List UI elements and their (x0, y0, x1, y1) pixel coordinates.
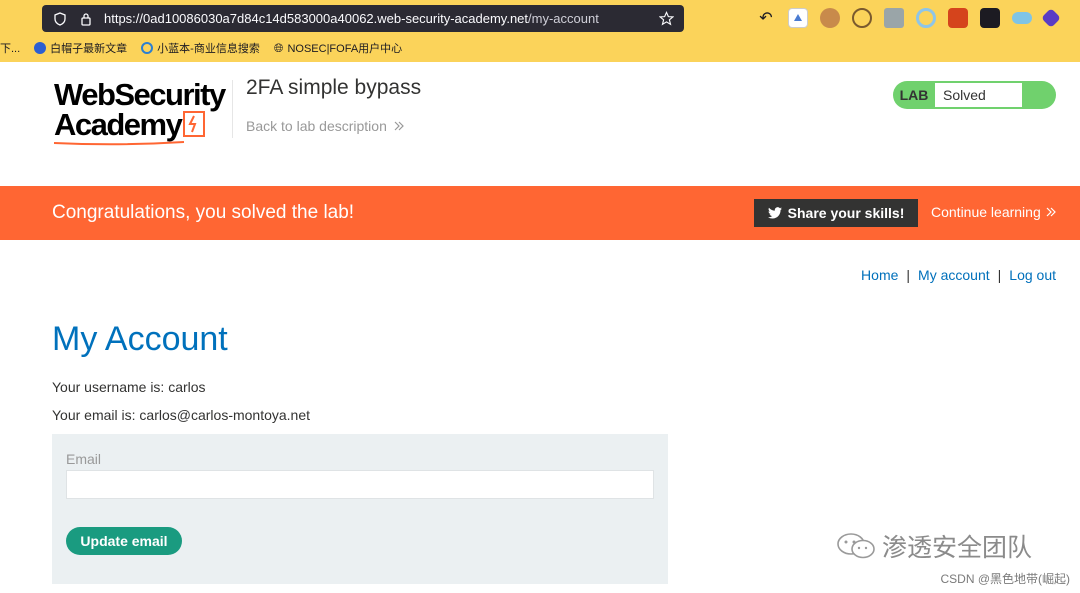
email-text: Your email is: carlos@carlos-montoya.net (52, 407, 311, 423)
email-input[interactable] (66, 470, 654, 499)
bookmark-item[interactable]: 小蓝本-商业信息搜索 (141, 40, 260, 56)
url-text[interactable]: https://0ad10086030a7d84c14d583000a40062… (104, 11, 658, 26)
cookie-editor-icon[interactable] (852, 8, 872, 28)
share-skills-button[interactable]: Share your skills! (754, 199, 918, 227)
puzzle-icon[interactable] (884, 8, 904, 28)
header-divider (232, 80, 233, 138)
change-email-form: Email Update email (52, 434, 668, 584)
bookmark-label: 下... (0, 43, 21, 55)
bookmark-label: NOSEC|FOFA用户中心 (287, 43, 403, 55)
bookmark-star-icon[interactable] (658, 11, 674, 27)
lab-badge-status: Solved (935, 83, 1022, 107)
bookmark-label: 白帽子最新文章 (50, 43, 128, 55)
nav-my-account-link[interactable]: My account (918, 267, 990, 283)
lab-status-badge: LAB Solved (893, 81, 1056, 109)
csdn-watermark: CSDN @黑色地带(崛起) (940, 572, 1070, 586)
bookmark-label: 小蓝本-商业信息搜索 (157, 43, 260, 55)
share-label: Share your skills! (787, 205, 905, 221)
double-chevron-right-icon (394, 121, 404, 131)
back-arrow-icon[interactable]: ↶ (756, 8, 776, 28)
wechat-watermark: 渗透安全团队 (836, 528, 1032, 564)
academy-logo[interactable]: WebSecurity Academy (54, 77, 230, 146)
solved-banner: Congratulations, you solved the lab! Sha… (0, 186, 1080, 240)
twitter-icon (767, 207, 782, 219)
toggle-icon[interactable] (1012, 12, 1032, 24)
page-title: My Account (52, 320, 228, 358)
lab-badge-label: LAB (899, 87, 929, 103)
url-domain: web-security-academy.net (377, 11, 529, 26)
email-label: Email (66, 451, 102, 467)
lab-header: WebSecurity Academy 2FA simple bypass Ba… (0, 62, 1080, 186)
lock-icon[interactable] (78, 11, 94, 27)
cookie-icon[interactable] (820, 8, 840, 28)
top-navigation: Home | My account | Log out (861, 267, 1056, 283)
watermark-text: 渗透安全团队 (882, 534, 1033, 562)
double-chevron-right-icon (1046, 207, 1056, 217)
nav-separator: | (906, 267, 911, 283)
continue-label: Continue learning (931, 204, 1041, 220)
solved-message: Congratulations, you solved the lab! (52, 202, 355, 223)
wechat-icon (837, 533, 875, 559)
nav-home-link[interactable]: Home (861, 267, 898, 283)
update-email-button[interactable]: Update email (66, 527, 182, 555)
lab-title: 2FA simple bypass (246, 76, 422, 99)
bookmark-favicon-icon (141, 42, 154, 54)
logo-bolt-icon (183, 111, 205, 137)
bookmark-favicon-icon (34, 42, 47, 54)
nav-separator: | (997, 267, 1002, 283)
logo-line-1: WebSecurity (54, 77, 226, 112)
globe-icon: 🌐︎ (273, 40, 284, 55)
diamond-icon[interactable] (1041, 8, 1061, 28)
continue-learning-link[interactable]: Continue learning (931, 204, 1057, 220)
extension-icon[interactable] (788, 8, 808, 28)
nav-log-out-link[interactable]: Log out (1009, 267, 1056, 283)
tab-icon[interactable] (980, 8, 1000, 28)
extensions-toolbar: ↶ (756, 8, 1061, 28)
browser-toolbar: https://0ad10086030a7d84c14d583000a40062… (0, 0, 1080, 62)
burp-icon[interactable] (948, 8, 968, 28)
logo-underline (54, 141, 184, 146)
bookmarks-bar: 下... 白帽子最新文章 小蓝本-商业信息搜索 🌐︎ NOSEC|FOFA用户中心 (0, 38, 402, 58)
username-text: Your username is: carlos (52, 379, 206, 395)
shield-icon[interactable] (52, 11, 68, 27)
ring-icon[interactable] (916, 8, 936, 28)
bookmark-item[interactable]: 🌐︎ NOSEC|FOFA用户中心 (274, 40, 402, 56)
url-host-prefix: https://0ad10086030a7d84c14d583000a40062… (104, 11, 378, 26)
address-bar[interactable]: https://0ad10086030a7d84c14d583000a40062… (42, 5, 684, 32)
bookmark-item[interactable]: 下... (0, 40, 20, 56)
back-to-description-link[interactable]: Back to lab description (246, 118, 405, 134)
url-path: /my-account (528, 11, 599, 26)
bookmark-item[interactable]: 白帽子最新文章 (34, 40, 127, 56)
back-link-label: Back to lab description (246, 118, 387, 134)
